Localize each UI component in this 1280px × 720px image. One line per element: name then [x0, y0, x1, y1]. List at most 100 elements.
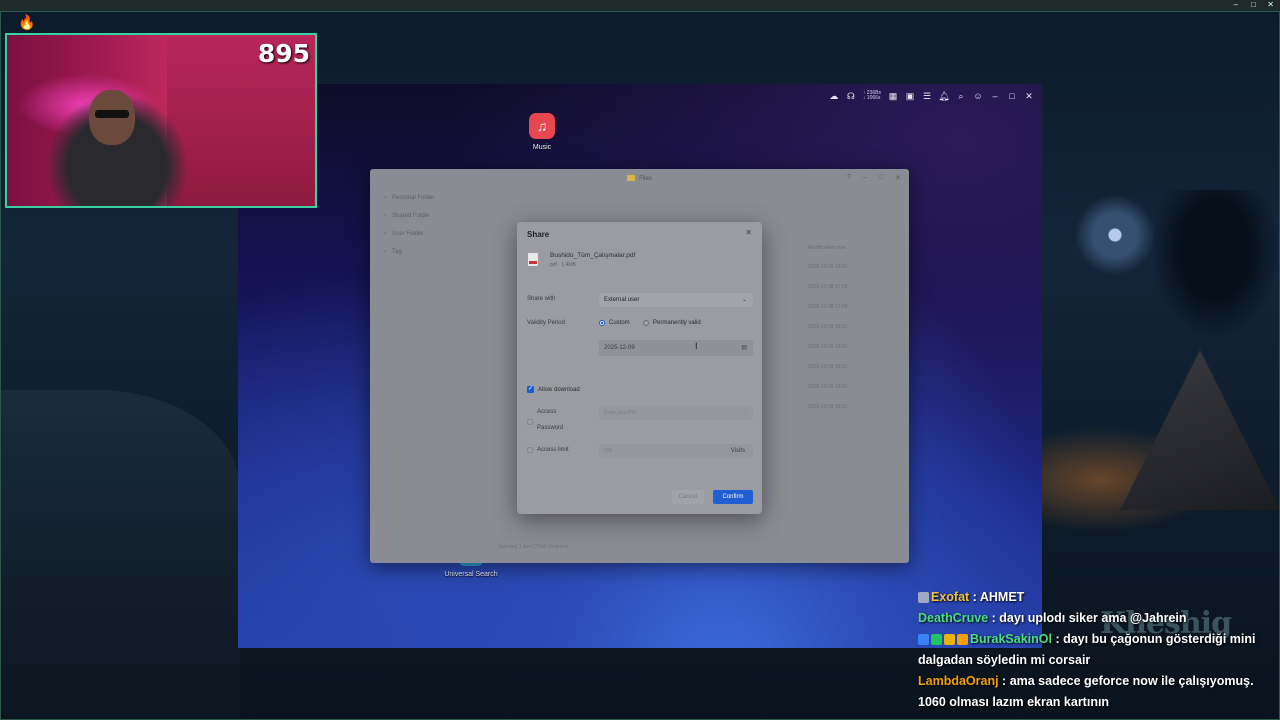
chat-badge-icon [918, 592, 929, 604]
chat-badge-icon [944, 634, 955, 646]
cloud-icon[interactable]: ☁ [829, 91, 839, 101]
chat-text: dayı uplodı siker ama @Jahrein [999, 611, 1187, 625]
file-row-date: 2025-12-08 17:09 [808, 304, 848, 310]
allow-download-label: Allow download [538, 386, 580, 393]
checkbox-checked-icon[interactable]: ✓ [527, 386, 534, 393]
radio-dot-selected[interactable] [599, 320, 605, 326]
window-maximize-icon[interactable]: □ [1007, 91, 1017, 101]
access-limit-checkbox[interactable] [527, 447, 533, 453]
headset-icon[interactable]: ☊ [846, 91, 856, 101]
music-icon[interactable]: ♫ [529, 113, 555, 139]
close-icon[interactable]: ✕ [1267, 0, 1274, 9]
chat-separator: : [988, 611, 1000, 625]
file-row-date: 2025-12-09 16:51 [808, 324, 848, 330]
chat-message: DeathCruve : dayı uplodı siker ama @Jahr… [918, 608, 1274, 629]
stream-chat: Exofat : AHMET DeathCruve : dayı uplodı s… [918, 587, 1274, 713]
background-hill [0, 390, 240, 720]
access-password-placeholder: Enter pwd.PW [604, 410, 636, 416]
file-row-date: 2025-12-09 16:51 [808, 384, 848, 390]
share-with-label: Share with [527, 296, 556, 302]
close-icon[interactable]: ✕ [745, 228, 752, 237]
chat-message: LambdaOranj : ama sadece geforce now ile… [918, 671, 1274, 713]
sidebar-item-label: Shared Folder [392, 213, 431, 219]
window-close-icon[interactable]: ✕ [1024, 91, 1034, 101]
share-with-select[interactable]: External user ⌄ [599, 293, 753, 307]
access-limit-placeholder: 100 [604, 448, 613, 454]
maximize-icon[interactable]: □ [1251, 0, 1256, 9]
radio-custom[interactable]: Custom [599, 320, 630, 326]
share-dialog: Share ✕ Bushido_Tüm_Çalışmalar.pdf pdf ·… [517, 222, 762, 514]
allow-download-checkbox[interactable]: ✓ Allow download [527, 386, 580, 393]
sidebar-item-personal-folder[interactable]: › Personal Folder [370, 189, 485, 207]
background-palm [1150, 190, 1280, 340]
streamer-glasses [95, 110, 129, 118]
app-music[interactable]: ♫ Music [506, 113, 578, 151]
minimize-icon[interactable]: – [1234, 0, 1238, 9]
window-minimize-icon[interactable]: – [990, 91, 1000, 101]
sidebar-item-tag[interactable]: › Tag [370, 243, 485, 261]
sidebar-item-user-folder[interactable]: › User Folder [370, 225, 485, 243]
webcam-overlay: 895 [5, 33, 317, 208]
file-row-date: 2025-12-09 16:51 [808, 264, 848, 270]
files-sidebar: › Personal Folder › Shared Folder › User Fo… [370, 189, 485, 563]
calendar-icon[interactable]: ▤ [741, 340, 747, 356]
access-password-field[interactable]: Enter pwd.PW ⌄ [599, 406, 753, 420]
files-window-controls: ? – □ ✕ [847, 174, 901, 182]
maximize-icon[interactable]: □ [879, 174, 883, 182]
network-speed: ↑ 236Bs ↓ 1066s [863, 91, 881, 101]
files-title-text: Files [639, 176, 652, 182]
access-password-checkbox[interactable] [527, 419, 533, 425]
user-icon[interactable]: ☺ [973, 91, 983, 101]
access-limit-field[interactable]: 100 Visits [599, 444, 753, 458]
display-icon[interactable]: ▣ [905, 91, 915, 101]
chat-separator: : [969, 590, 980, 604]
chat-text: AHMET [979, 590, 1025, 604]
desktop-topbar: ☁ ☊ ↑ 236Bs ↓ 1066s ▦ ▣ ☰ 🔔︎ ⌕ ☺ – □ ✕ [829, 88, 1034, 104]
bell-icon[interactable]: 🔔︎ [938, 91, 949, 101]
access-limit-label: Access limit [537, 447, 569, 453]
chevron-right-icon: › [384, 195, 386, 201]
share-dialog-title: Share [527, 230, 550, 239]
chat-username[interactable]: Exofat [931, 590, 969, 604]
radio-custom-label: Custom [609, 320, 630, 326]
radio-dot[interactable] [643, 320, 649, 326]
access-password-label-2: Password [537, 425, 564, 431]
sidebar-item-label: User Folder [392, 231, 424, 237]
files-window-title: Files [370, 169, 909, 189]
chat-message: Exofat : AHMET [918, 587, 1274, 608]
file-row-date: 2025-12-09 16:51 [808, 364, 848, 370]
column-modified[interactable]: Modification time [808, 245, 846, 251]
radio-permanently-valid[interactable]: Permanently valid [643, 320, 701, 326]
validity-date-value: 2025-12-09 [604, 345, 635, 351]
sidebar-item-label: Tag [392, 249, 402, 255]
folder-icon [627, 175, 636, 182]
chevron-right-icon: › [384, 249, 386, 255]
sidebar-item-shared-folder[interactable]: › Shared Folder [370, 207, 485, 225]
confirm-button[interactable]: Confirm [713, 490, 753, 504]
cancel-button[interactable]: Cancel [672, 490, 704, 504]
list-icon[interactable]: ☰ [922, 91, 932, 101]
grid-icon[interactable]: ▦ [888, 91, 898, 101]
chat-username[interactable]: BurakSakinOl [970, 632, 1052, 646]
close-icon[interactable]: ✕ [895, 174, 901, 182]
chevron-down-icon: ⌄ [742, 410, 747, 416]
file-row-date: 2025-12-08 17:09 [808, 284, 848, 290]
network-down: ↓ 1066s [862, 95, 881, 101]
pdf-file-icon [528, 253, 538, 266]
file-row-date: 2025-12-09 16:51 [808, 344, 848, 350]
visits-suffix: Visits [730, 448, 745, 454]
search-icon[interactable]: ⌕ [956, 91, 966, 101]
os-titlebar: – □ ✕ [0, 0, 1280, 11]
chat-username[interactable]: LambdaOranj [918, 674, 999, 688]
desktop-icon-label: Music [532, 144, 552, 151]
chat-separator: : [1051, 632, 1064, 646]
help-icon[interactable]: ? [847, 174, 851, 182]
chat-text: dayı bu çağonun gösterdiği mini dalgadan… [918, 632, 1256, 667]
flame-icon: 🔥 [18, 14, 36, 30]
access-password-label-1: Access [537, 409, 557, 415]
chat-username[interactable]: DeathCruve [918, 611, 988, 625]
validity-date-field[interactable]: 2025-12-09 ▤ [599, 340, 753, 356]
minimize-icon[interactable]: – [863, 174, 867, 182]
viewer-count: 895 [257, 39, 310, 68]
radio-permanent-label: Permanently valid [653, 320, 701, 326]
